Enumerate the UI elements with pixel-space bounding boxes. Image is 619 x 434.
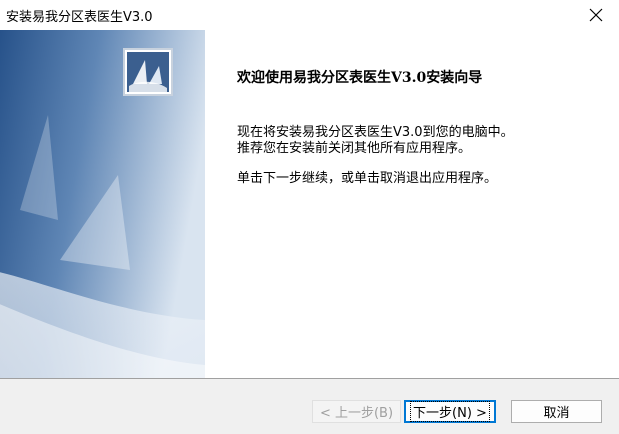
install-info-line: 现在将安装易我分区表医生V3.0到您的电脑中。 — [237, 125, 514, 140]
title-bar: 安装易我分区表医生V3.0 — [0, 0, 619, 30]
installer-logo — [123, 48, 173, 96]
next-button[interactable]: 下一步(N) > — [404, 400, 496, 423]
close-icon — [589, 8, 603, 22]
recommend-line: 推荐您在安装前关闭其他所有应用程序。 — [237, 141, 472, 156]
wizard-footer: < 上一步(B) 下一步(N) > 取消 — [0, 378, 619, 434]
instruction-line: 单击下一步继续，或单击取消退出应用程序。 — [237, 171, 498, 186]
logo-icon — [127, 52, 169, 92]
close-button[interactable] — [573, 0, 619, 30]
back-button[interactable]: < 上一步(B) — [312, 400, 401, 423]
cancel-button[interactable]: 取消 — [511, 400, 602, 423]
next-button-label: 下一步(N) > — [410, 401, 490, 422]
wizard-heading: 欢迎使用易我分区表医生V3.0安装向导 — [237, 70, 483, 86]
wizard-content: 欢迎使用易我分区表医生V3.0安装向导 现在将安装易我分区表医生V3.0到您的电… — [205, 30, 619, 378]
banner-artwork — [0, 30, 205, 378]
window-title: 安装易我分区表医生V3.0 — [6, 10, 153, 25]
wizard-side-banner — [0, 30, 205, 378]
